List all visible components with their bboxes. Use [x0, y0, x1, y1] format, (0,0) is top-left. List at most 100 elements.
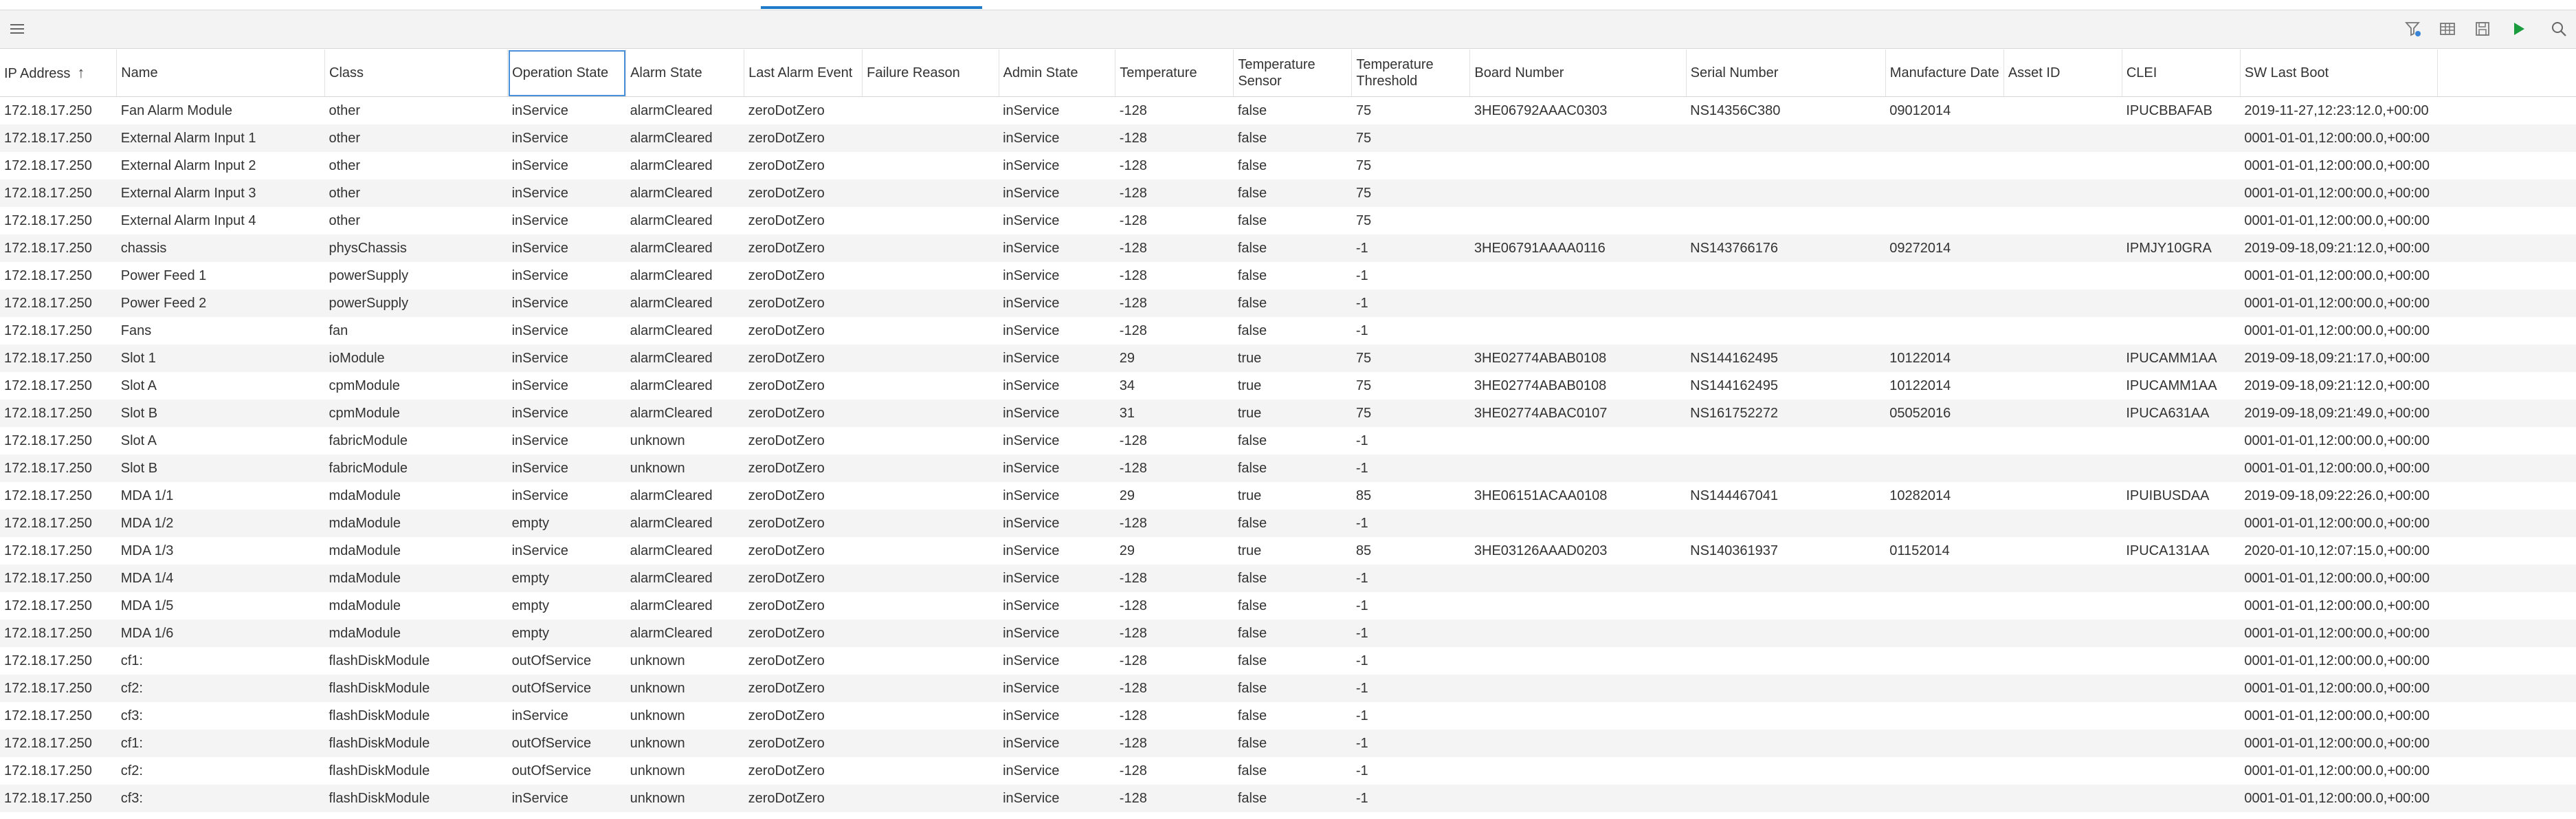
cell-board-number: 3HE06791AAAA0116 [1469, 234, 1687, 262]
sort-ascending-icon[interactable]: ↑ [77, 64, 85, 81]
cell-serial-number: NS14356C380 [1690, 102, 1781, 118]
column-header-operation-state[interactable]: Operation State [507, 50, 627, 97]
column-header-label: CLEI [2126, 65, 2157, 80]
cell-sw-last-boot: 0001-01-01,12:00:00.0,+00:00 [2244, 708, 2430, 723]
play-icon[interactable] [2507, 17, 2531, 41]
table-row[interactable]: 172.18.17.250 cf2: flashDiskModule outOfSer… [0, 675, 2576, 702]
cell-last-alarm-event: zeroDotZero [744, 290, 863, 317]
column-header-sw-last-boot[interactable]: SW Last Boot [2240, 50, 2438, 97]
table-row[interactable]: 172.18.17.250 chassis physChassis inService… [0, 234, 2576, 262]
table-row[interactable]: 172.18.17.250 Slot BcpmModule inService ala… [0, 400, 2576, 427]
table-row[interactable]: 172.18.17.250 cf1: flashDiskModule outOfSer… [0, 647, 2576, 675]
save-icon[interactable] [2471, 17, 2494, 41]
cell-name: MDA 1/4 [116, 565, 325, 592]
column-header-admin-state[interactable]: Admin State [999, 50, 1116, 97]
column-header-temperature-sensor[interactable]: Temperature Sensor [1233, 50, 1353, 97]
table-row[interactable]: 172.18.17.250 MDA 1/2 mdaModule empty alarmC… [0, 510, 2576, 537]
cell-temperature-threshold: 75 [1355, 157, 1372, 173]
cell-ip-address: 172.18.17.250 [4, 653, 92, 668]
cell-asset-id [2003, 290, 2122, 317]
table-row[interactable]: 172.18.17.250 External Alarm Input 1 other… [0, 124, 2576, 152]
cell-temperature-threshold: 75 [1351, 124, 1470, 152]
table-row[interactable]: 172.18.17.250 MDA 1/1 mdaModule inService al… [0, 482, 2576, 510]
column-header-last-alarm-event[interactable]: Last Alarm Event [744, 50, 863, 97]
cell-clei [2122, 262, 2240, 290]
cell-ip-address: 172.18.17.250 [4, 763, 92, 778]
table-row[interactable]: 172.18.17.250 cf3: flashDiskModule inServic… [0, 702, 2576, 730]
cell-asset-id [2003, 620, 2122, 647]
cell-manufacture-date [1885, 317, 2003, 345]
table-row[interactable]: 172.18.17.250 cf3: flashDiskModule inServic… [0, 785, 2576, 812]
cell-operation-state: inService [507, 124, 626, 152]
table-row[interactable]: 172.18.17.250 External Alarm Input 2 other… [0, 152, 2576, 179]
cell-sw-last-boot: 0001-01-01,12:00:00.0,+00:00 [2240, 455, 2438, 482]
hamburger-menu-icon[interactable] [5, 17, 29, 41]
cell-sw-last-boot: 0001-01-01,12:00:00.0,+00:00 [2240, 620, 2438, 647]
table-row[interactable]: 172.18.17.250 Power Feed 2 powerSupply inSe… [0, 290, 2576, 317]
cell-last-alarm-event: zeroDotZero [744, 345, 863, 372]
table-row[interactable]: 172.18.17.250 MDA 1/6 mdaModule empty alarmC… [0, 620, 2576, 647]
cell-serial-number [1686, 124, 1886, 152]
table-row[interactable]: 172.18.17.250 Slot A fabricModule inService… [0, 427, 2576, 455]
column-header-asset-id[interactable]: Asset ID [2003, 50, 2122, 97]
cell-alarm-state: alarmCleared [630, 267, 713, 283]
column-header-label: Admin State [1003, 65, 1078, 80]
table-row[interactable]: 172.18.17.250 Power Feed 1 powerSupply inSe… [0, 262, 2576, 290]
column-header-ip-address[interactable]: IP Address ↑ [0, 50, 118, 97]
column-header-name[interactable]: Name [116, 50, 325, 97]
cell-admin-state: inService [1003, 653, 1060, 668]
table-row[interactable]: 172.18.17.250 Slot A cpmModule inService ala… [0, 372, 2576, 400]
cell-temperature-sensor: false [1237, 653, 1267, 668]
cell-admin-state: inService [999, 290, 1115, 317]
table-row[interactable]: 172.18.17.250 Slot BfabricModule inService… [0, 455, 2576, 482]
column-header-label: Manufacture Date [1889, 65, 1999, 80]
search-icon[interactable] [2547, 17, 2571, 41]
cell-manufacture-date [1885, 785, 2004, 812]
cell-operation-state: outOfService [511, 653, 592, 668]
table-row[interactable]: 172.18.17.250 cf2: flashDiskModule outOfSer… [0, 757, 2576, 785]
table-row[interactable]: 172.18.17.250 MDA 1/4 mdaModule empty alarmC… [0, 565, 2576, 592]
cell-manufacture-date [1885, 179, 2004, 207]
column-header-label: Last Alarm Event [748, 65, 853, 80]
cell-temperature: -128 [1119, 598, 1147, 613]
column-header-board-number[interactable]: Board Number [1469, 50, 1687, 97]
cell-board-number: 3HE02774ABAB0108 [1469, 345, 1687, 372]
filter-icon[interactable] [2401, 17, 2425, 41]
cell-failure-reason [862, 785, 999, 812]
cell-asset-id [2003, 124, 2122, 152]
cell-admin-state: inService [999, 675, 1115, 702]
cell-serial-number [1686, 565, 1886, 592]
cell-temperature-threshold: -1 [1351, 510, 1470, 537]
column-header-temperature-threshold[interactable]: Temperature Threshold [1351, 50, 1471, 97]
column-header-class[interactable]: Class [324, 50, 509, 97]
column-header-label: Serial Number [1690, 65, 1779, 80]
column-header-serial-number[interactable]: Serial Number [1686, 50, 1886, 97]
column-header-alarm-state[interactable]: Alarm State [625, 50, 745, 97]
active-tab-indicator [761, 6, 982, 9]
table-row[interactable]: 172.18.17.250 Fans fan inService alarmCleare… [0, 317, 2576, 345]
table-row[interactable]: 172.18.17.250 Fan Alarm Module other inServ… [0, 97, 2576, 125]
cell-alarm-state: alarmCleared [625, 510, 744, 537]
table-row[interactable]: 172.18.17.250 MDA 1/3 mdaModule inService al… [0, 537, 2576, 565]
cell-name: chassis [116, 234, 325, 262]
column-header-temperature[interactable]: Temperature [1115, 50, 1234, 97]
cell-temperature-sensor: true [1233, 345, 1352, 372]
cell-operation-state: inService [511, 157, 568, 173]
cell-class: fabricModule [329, 433, 408, 448]
table-row[interactable]: 172.18.17.250 Slot 1 ioModule inService alar… [0, 345, 2576, 372]
column-header-failure-reason[interactable]: Failure Reason [862, 50, 999, 97]
table-row[interactable]: 172.18.17.250 MDA 1/5 mdaModule empty alarmC… [0, 592, 2576, 620]
cell-temperature: 34 [1119, 378, 1135, 393]
cell-failure-reason [863, 702, 999, 730]
row-filler [2437, 345, 2576, 372]
table-row[interactable]: 172.18.17.250 External Alarm Input 3 other… [0, 179, 2576, 207]
cell-asset-id [2003, 757, 2122, 785]
column-header-clei[interactable]: CLEI [2122, 50, 2241, 97]
table-view-icon[interactable] [2436, 17, 2459, 41]
column-header-manufacture-date[interactable]: Manufacture Date [1885, 50, 2004, 97]
table-row[interactable]: 172.18.17.250 cf1: flashDiskModule outOfSer… [0, 730, 2576, 757]
table-row[interactable]: 172.18.17.250 External Alarm Input 4 other… [0, 207, 2576, 234]
cell-serial-number [1686, 675, 1886, 702]
cell-clei: IPMJY10GRA [2122, 234, 2241, 262]
cell-manufacture-date: 10122014 [1885, 345, 2004, 372]
